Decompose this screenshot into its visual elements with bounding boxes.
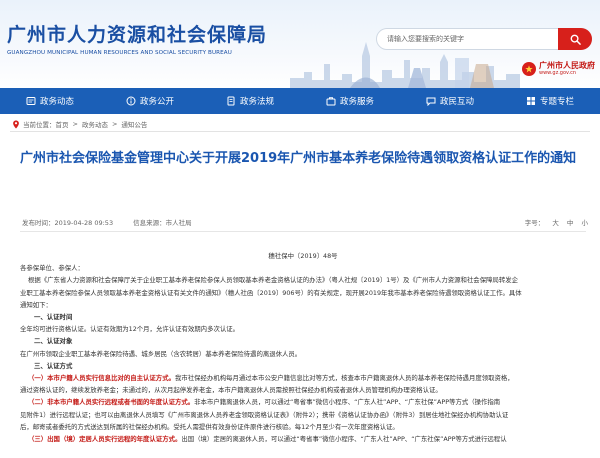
paragraph: 见附件1）进行远程认证；也可以由离退休人员填写《广州市离退休人员养老金领取资格认…: [20, 410, 509, 419]
law-icon: [227, 96, 235, 106]
info-source: 信息来源：市人社局: [133, 219, 192, 227]
article-meta: 发布时间：2019-04-28 09:53 信息来源：市人社局 字号： 大 中 …: [22, 217, 588, 227]
paragraph: 业职工基本养老保险参保人员领取基本养老金资格认证有关文件的通知》（穗人社函〔20…: [20, 288, 522, 297]
nav-label: 政民互动: [439, 97, 474, 107]
nav-item-open[interactable]: 政务公开: [100, 88, 200, 114]
search-box: [376, 28, 592, 50]
method-text: 我市社保经办机构每月通过本市公安户籍信息比对等方式，核查本市户籍离退休人员的基本…: [174, 374, 514, 383]
breadcrumb-label: 当前位置：: [23, 121, 56, 129]
font-size-large[interactable]: 大: [552, 219, 559, 227]
topic-icon: [526, 97, 535, 105]
header-banner: 广州市人力资源和社会保障局 GUANGZHOU MUNICIPAL HUMAN …: [0, 0, 600, 88]
document-number: 穗社保中〔2019〕48号: [268, 252, 338, 260]
paragraph: 根据《广东省人力资源和社会保障厅关于企业职工基本养老保险参保人员领取基本养老金资…: [28, 276, 519, 285]
main-nav: 政务动态 政务公开 政务法规 政务服务 政民互动 专题专栏: [0, 88, 600, 114]
font-size-small[interactable]: 小: [582, 219, 589, 227]
info-icon: [126, 96, 136, 106]
nav-label: 政务服务: [339, 97, 374, 107]
paragraph: 在广州市领取企业职工基本养老保险待遇、城乡居民（含农转居）基本养老保险待遇的离退…: [20, 349, 302, 358]
method-heading: （一）本市户籍人员实行信息比对的自主认证方式。: [28, 374, 175, 383]
search-button[interactable]: [558, 28, 592, 50]
nav-label: 专题专栏: [539, 97, 574, 107]
article-body: 穗社保中〔2019〕48号 各参保单位、参保人： 根据《广东省人力资源和社会保障…: [20, 250, 586, 445]
breadcrumb-separator: >: [111, 120, 118, 128]
method-heading: （三）出国（境）定居人员实行远程的年度认证方式。: [28, 435, 182, 444]
site-logo[interactable]: 广州市人力资源和社会保障局 GUANGZHOU MUNICIPAL HUMAN …: [7, 20, 267, 56]
breadcrumb-notices[interactable]: 通知公告: [121, 119, 147, 129]
divider: [20, 231, 586, 232]
divider: [10, 131, 590, 132]
paragraph: （二）非本市户籍人员实行远程或者书面的年度认证方式。非本市户籍离退休人员，可以通…: [20, 396, 586, 408]
chat-icon: [426, 97, 436, 106]
nav-label: 政务公开: [139, 97, 174, 107]
breadcrumb: 当前位置： 首页 > 政务动态 > 通知公告: [12, 119, 147, 129]
search-input[interactable]: [387, 32, 555, 46]
gov-link[interactable]: 广州市人民政府 www.gz.gov.cn: [522, 61, 595, 76]
section-heading: 一、认证时间: [34, 313, 73, 322]
breadcrumb-home[interactable]: 首页: [56, 119, 69, 129]
section-heading: 三、认证方式: [34, 361, 73, 370]
logo-subtitle: GUANGZHOU MUNICIPAL HUMAN RESOURCES AND …: [7, 50, 232, 56]
nav-item-topic[interactable]: 专题专栏: [500, 88, 600, 114]
paragraph: 通过资格认证的，继续发放养老金；未通过的，从次月起停发养老金，本市户籍离退休人员…: [20, 386, 442, 395]
font-size-label: 字号：: [524, 219, 545, 227]
method-heading: （二）非本市户籍人员实行远程或者书面的年度认证方式。: [28, 398, 195, 407]
greeting: 各参保单位、参保人：: [20, 264, 84, 273]
paragraph: （三）出国（境）定居人员实行远程的年度认证方式。出国（境）定居的离退休人员，可以…: [20, 433, 586, 445]
gov-name: 广州市人民政府: [539, 61, 595, 70]
location-pin-icon: [13, 119, 19, 129]
gov-emblem-icon: [522, 61, 536, 76]
method-text: 非本市户籍离退休人员，可以通过“粤省事”微信小程序、“广东人社”APP、“广东社…: [194, 398, 501, 407]
method-text: 出国（境）定居的离退休人员，可以通过“粤省事”微信小程序、“广东人社”APP、“…: [181, 435, 507, 444]
nav-item-interact[interactable]: 政民互动: [400, 88, 500, 114]
font-size-switcher: 字号： 大 中 小: [525, 217, 588, 227]
paragraph: 通知如下：: [20, 300, 52, 309]
paragraph: 后，邮寄或者委托的方式送达到所属的社保经办机构。受托人需提供有效身份证件原件进行…: [20, 422, 399, 431]
paragraph: 全年均可进行资格认证。认证有效期为12个月，允许认证有效期内多次认证。: [20, 325, 240, 334]
breadcrumb-news[interactable]: 政务动态: [82, 119, 108, 129]
font-size-medium[interactable]: 中: [567, 219, 574, 227]
search-icon: [570, 34, 581, 45]
nav-item-law[interactable]: 政务法规: [200, 88, 300, 114]
paragraph: （一）本市户籍人员实行信息比对的自主认证方式。我市社保经办机构每月通过本市公安户…: [20, 372, 586, 384]
news-icon: [26, 97, 36, 105]
publish-date: 发布时间：2019-04-28 09:53: [22, 219, 114, 227]
article-title: 广州市社会保险基金管理中心关于开展2019年广州市基本养老保险待遇领取资格认证工…: [20, 151, 577, 166]
nav-label: 政务法规: [239, 97, 274, 107]
gov-url: www.gz.gov.cn: [539, 70, 577, 76]
section-heading: 二、认证对象: [34, 337, 73, 346]
logo-title: 广州市人力资源和社会保障局: [7, 24, 268, 46]
breadcrumb-separator: >: [72, 120, 78, 128]
nav-item-service[interactable]: 政务服务: [300, 88, 400, 114]
service-icon: [326, 97, 336, 106]
nav-label: 政务动态: [39, 97, 74, 107]
nav-item-news[interactable]: 政务动态: [0, 88, 100, 114]
